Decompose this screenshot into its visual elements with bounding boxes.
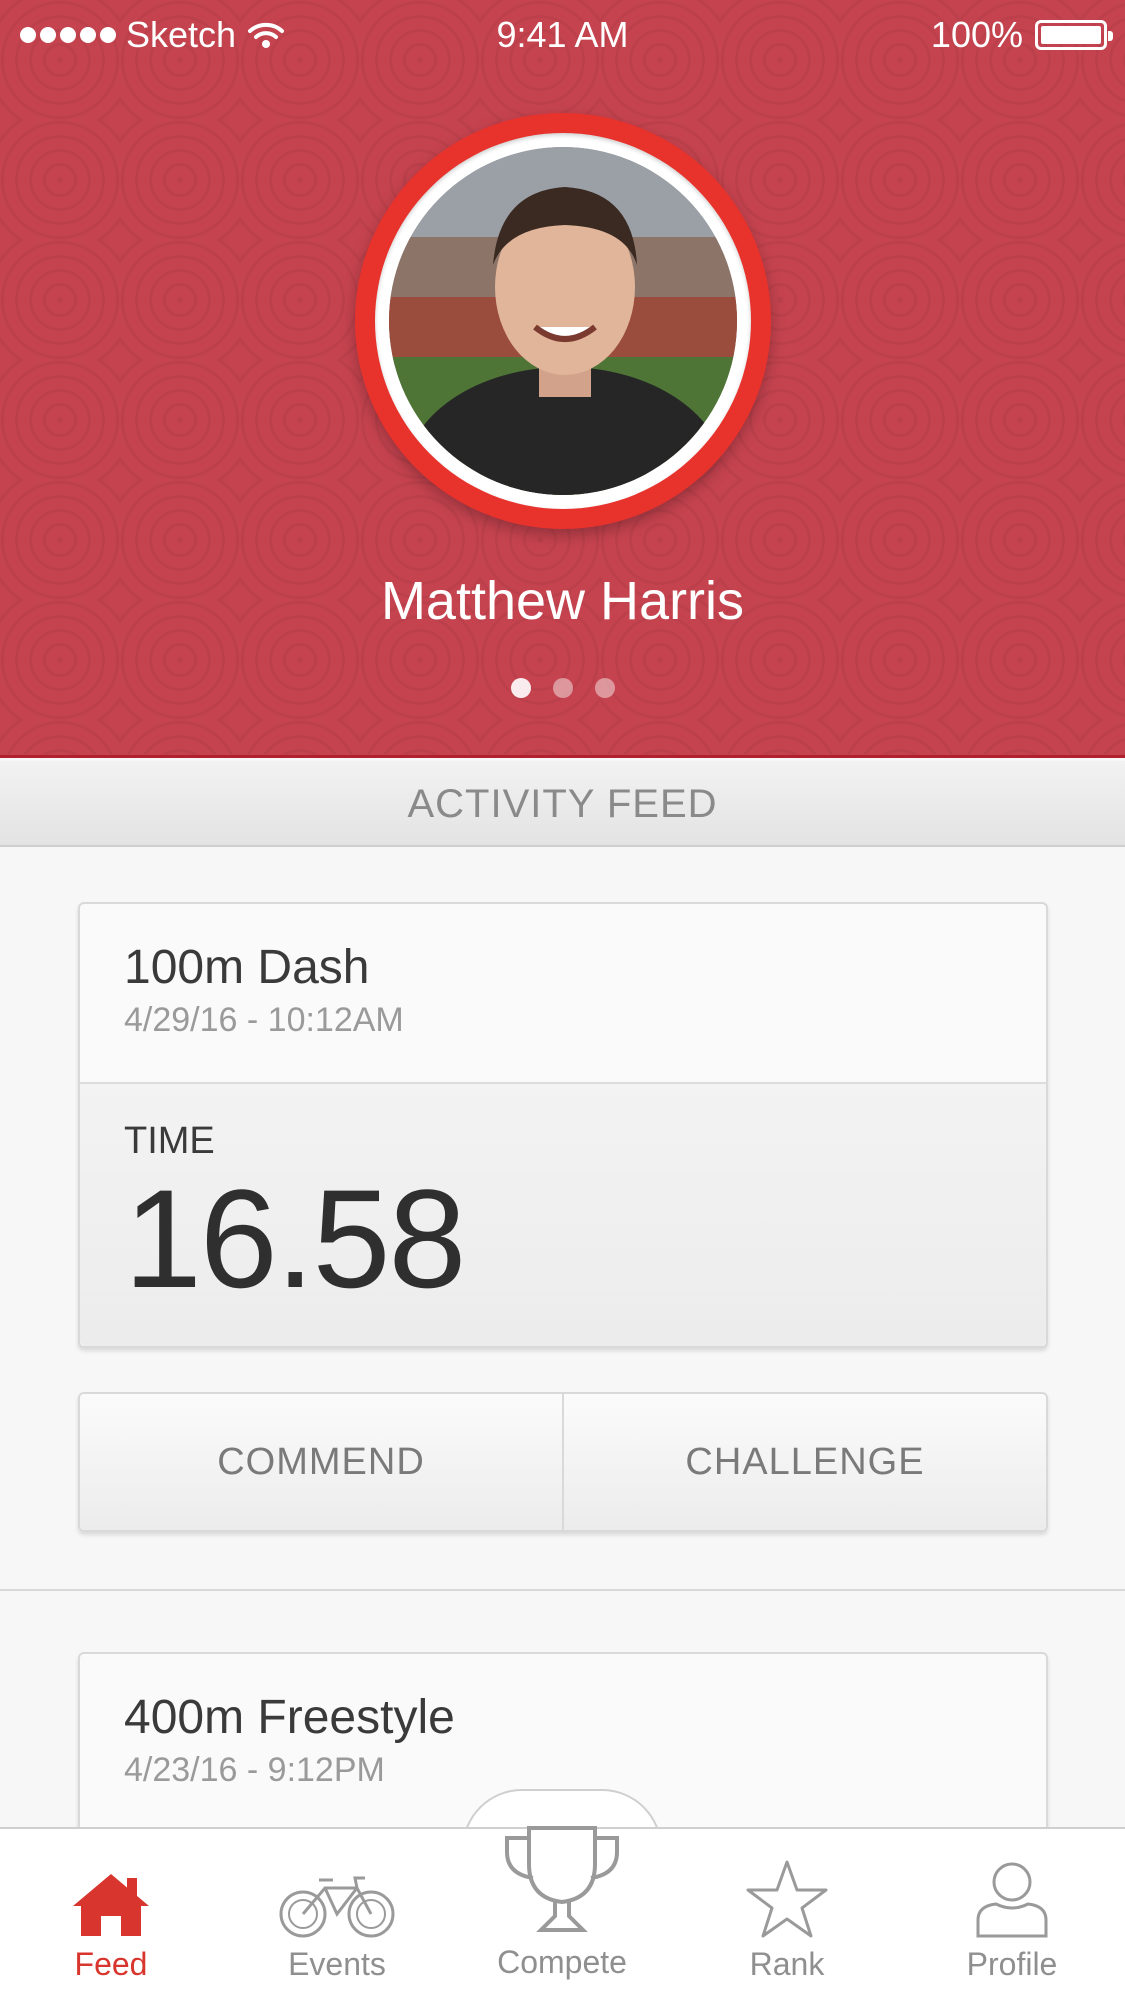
trophy-icon — [505, 1826, 619, 1932]
avatar-frame — [375, 133, 751, 509]
section-title: ACTIVITY FEED — [0, 761, 1125, 847]
tab-label: Feed — [74, 1946, 148, 1982]
bicycle-icon — [279, 1876, 395, 1938]
tab-events[interactable]: Events — [237, 1870, 437, 1983]
activity-card[interactable]: 100m Dash 4/29/16 - 10:12AM TIME 16.58 — [78, 902, 1048, 1348]
page-indicator[interactable] — [0, 678, 1125, 698]
activity-actions: COMMEND CHALLENGE — [78, 1392, 1048, 1532]
tab-feed[interactable]: Feed — [11, 1870, 211, 1983]
challenge-button[interactable]: CHALLENGE — [562, 1394, 1046, 1530]
page-dot[interactable] — [552, 678, 573, 698]
tab-compete[interactable]: Compete — [462, 1820, 662, 1981]
home-icon — [73, 1874, 149, 1936]
tab-profile[interactable]: Profile — [912, 1858, 1112, 1983]
battery-percent: 100% — [930, 14, 1023, 55]
avatar[interactable] — [355, 113, 771, 529]
page-dot[interactable] — [594, 678, 615, 698]
person-icon — [976, 1862, 1048, 1938]
activity-title: 100m Dash — [124, 941, 370, 994]
profile-header: Sketch 9:41 AM 100% Matthew Harris — [0, 0, 1125, 758]
metric-value: 16.58 — [124, 1160, 466, 1317]
feed-divider — [0, 1589, 1125, 1591]
activity-card-body: TIME 16.58 — [80, 1084, 1046, 1346]
activity-date: 4/23/16 - 9:12PM — [124, 1751, 385, 1789]
metric-label: TIME — [124, 1120, 215, 1162]
page-dot[interactable] — [510, 678, 531, 698]
commend-button[interactable]: COMMEND — [80, 1394, 562, 1530]
star-icon — [746, 1860, 828, 1938]
tab-label: Profile — [966, 1946, 1058, 1982]
tab-label: Compete — [497, 1944, 627, 1980]
status-right: 100% — [930, 14, 1113, 56]
user-name: Matthew Harris — [380, 571, 745, 631]
activity-card-header: 100m Dash 4/29/16 - 10:12AM — [80, 904, 1046, 1084]
tab-label: Rank — [749, 1946, 825, 1982]
avatar-photo — [389, 147, 737, 495]
profile-photo-icon — [389, 147, 737, 495]
tab-rank[interactable]: Rank — [687, 1858, 887, 1983]
activity-date: 4/29/16 - 10:12AM — [124, 1001, 404, 1039]
battery-icon — [1035, 20, 1113, 50]
status-bar: Sketch 9:41 AM 100% — [0, 0, 1125, 66]
tab-label: Events — [288, 1946, 386, 1982]
activity-title: 400m Freestyle — [124, 1691, 455, 1744]
